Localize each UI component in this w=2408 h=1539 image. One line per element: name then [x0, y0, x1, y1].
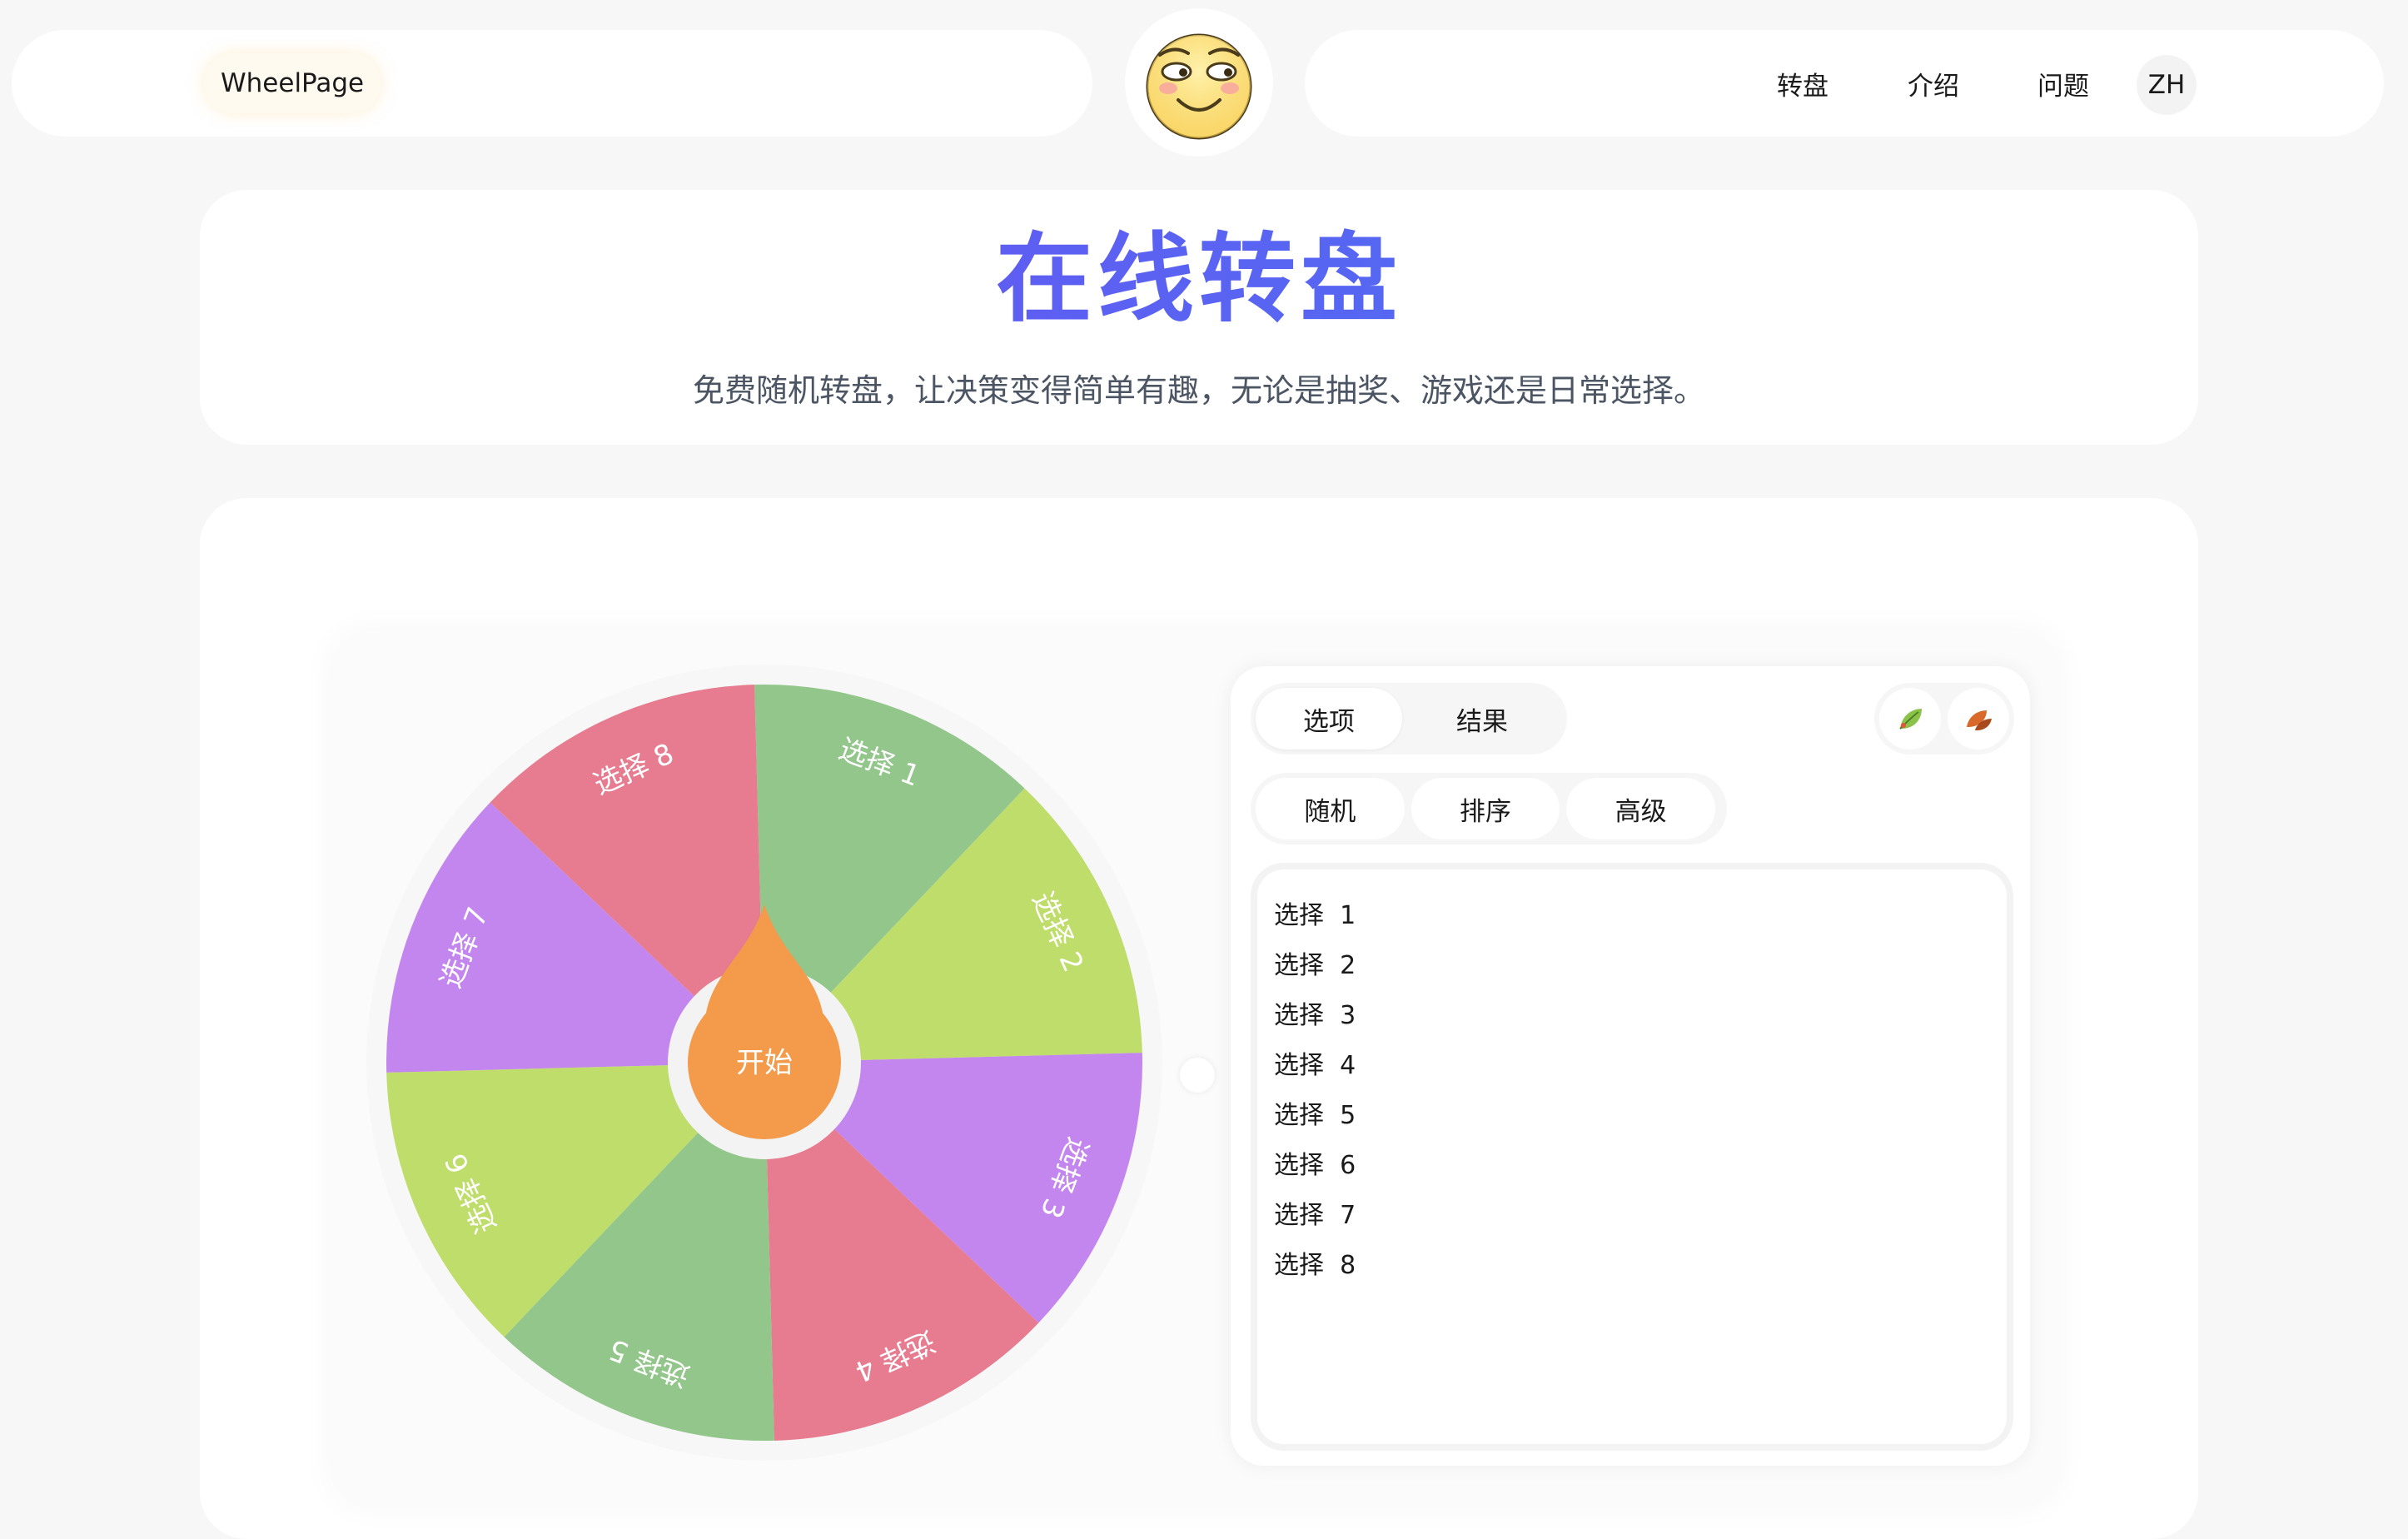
wheel-side-dot — [1180, 1058, 1215, 1093]
option-line: 选择 2 — [1274, 951, 1356, 980]
mascot-logo[interactable] — [1125, 8, 1273, 157]
logo[interactable]: WheelPage — [204, 53, 381, 113]
smiling-face-icon — [1146, 33, 1252, 140]
mode-advanced[interactable]: 高级 — [1566, 778, 1716, 839]
start-button-label[interactable]: 开始 — [736, 1047, 793, 1080]
leaf-theme-button[interactable] — [1879, 688, 1941, 750]
hero-section: 在线转盘 免费随机转盘，让决策变得简单有趣，无论是抽奖、游戏还是日常选择。 — [200, 190, 2198, 445]
mode-group: 随机 排序 高级 — [1251, 773, 1727, 844]
tab-group: 选项 结果 — [1251, 683, 1567, 755]
leaf-icon — [1899, 709, 1922, 730]
option-line: 选择 8 — [1274, 1251, 1356, 1280]
option-line: 选择 3 — [1274, 1001, 1356, 1030]
header-left-bar — [12, 30, 1092, 137]
page-subtitle: 免费随机转盘，让决策变得简单有趣，无论是抽奖、游戏还是日常选择。 — [692, 372, 1705, 409]
header-right-bar — [1305, 30, 2384, 137]
theme-icon-group — [1874, 683, 2014, 755]
option-line: 选择 6 — [1274, 1151, 1356, 1180]
language-switch[interactable]: ZH — [2137, 55, 2197, 115]
spin-wheel[interactable]: 选择 1选择 2选择 3选择 4选择 5选择 6选择 7选择 8开始 — [365, 663, 1164, 1462]
options-textarea[interactable]: 选择 1 选择 2 选择 3 选择 4 选择 5 选择 6 选择 7 选择 8 — [1251, 863, 2013, 1451]
fallen-leaves-icon — [1967, 710, 1992, 730]
option-line: 选择 1 — [1274, 901, 1356, 930]
nav-wheel[interactable]: 转盘 — [1777, 65, 1828, 102]
nav-faq[interactable]: 问题 — [2037, 65, 2089, 102]
option-line: 选择 7 — [1274, 1201, 1356, 1230]
autumn-theme-button[interactable] — [1948, 688, 2009, 750]
nav-intro[interactable]: 介绍 — [1908, 65, 1959, 102]
option-line: 选择 5 — [1274, 1101, 1356, 1130]
tab-options[interactable]: 选项 — [1256, 688, 1402, 750]
option-line: 选择 4 — [1274, 1051, 1356, 1080]
mode-random[interactable]: 随机 — [1256, 778, 1405, 839]
page-title: 在线转盘 — [200, 222, 2198, 337]
tab-results[interactable]: 结果 — [1409, 688, 1555, 750]
mode-sort[interactable]: 排序 — [1410, 778, 1560, 839]
